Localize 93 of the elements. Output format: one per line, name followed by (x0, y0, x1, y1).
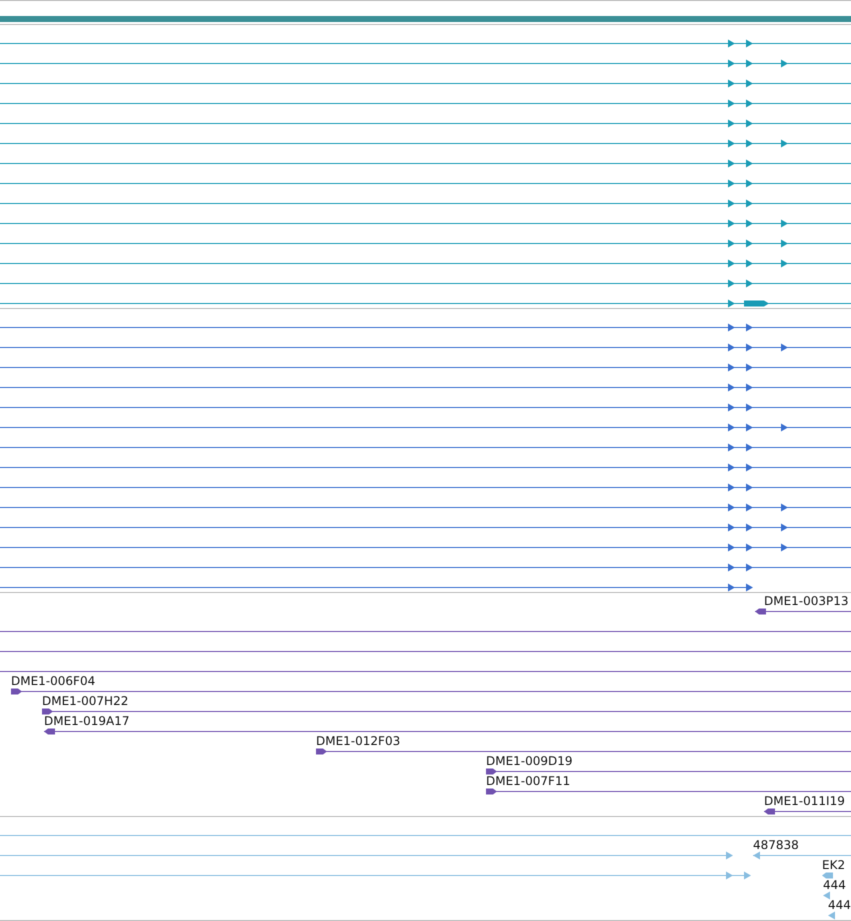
exon-marker (728, 564, 735, 572)
exon-marker (746, 80, 753, 88)
forward-arrow-icon (486, 788, 497, 794)
exon-marker (746, 100, 753, 108)
exon-marker (746, 40, 753, 48)
exon-marker (823, 892, 830, 900)
exon-marker (728, 544, 735, 552)
exon-marker (728, 100, 735, 108)
exon-marker (828, 912, 835, 920)
exon-marker (781, 140, 788, 148)
exon-marker (728, 404, 735, 412)
clone-label: DME1-012F03 (316, 734, 400, 748)
exon-block (744, 300, 769, 306)
forward-arrow-icon (11, 688, 22, 694)
exon-marker (728, 220, 735, 228)
exon-marker (746, 344, 753, 352)
exon-marker (746, 120, 753, 128)
exon-marker (746, 424, 753, 432)
est-label: EK2 (822, 858, 846, 872)
exon-marker (781, 220, 788, 228)
exon-marker (781, 424, 788, 432)
clone-label: DME1-011I19 (764, 794, 845, 808)
exon-marker (746, 280, 753, 288)
exon-marker (781, 544, 788, 552)
exon-marker (728, 240, 735, 248)
exon-marker (746, 324, 753, 332)
exon-marker (728, 444, 735, 452)
exon-marker (746, 444, 753, 452)
clone-label: DME1-007H22 (42, 694, 128, 708)
exon-marker (728, 80, 735, 88)
exon-block (822, 872, 833, 878)
est-label: 444 (823, 878, 846, 892)
exon-marker (728, 344, 735, 352)
exon-marker (746, 544, 753, 552)
exon-marker (728, 260, 735, 268)
exon-marker (744, 872, 751, 880)
exon-marker (728, 524, 735, 532)
exon-marker (746, 404, 753, 412)
reverse-arrow-icon (44, 728, 55, 734)
exon-marker (746, 484, 753, 492)
exon-marker (728, 384, 735, 392)
exon-marker (726, 872, 733, 880)
clone-label: DME1-003P13 (764, 594, 849, 608)
exon-marker (746, 584, 753, 592)
clone-label: DME1-007F11 (486, 774, 570, 788)
exon-marker (753, 852, 760, 860)
exon-marker (728, 40, 735, 48)
exon-marker (746, 140, 753, 148)
exon-marker (746, 200, 753, 208)
exon-marker (728, 464, 735, 472)
exon-marker (746, 260, 753, 268)
reverse-arrow-icon (764, 808, 775, 814)
exon-marker (746, 160, 753, 168)
exon-marker (781, 344, 788, 352)
exon-marker (728, 424, 735, 432)
exon-marker (746, 524, 753, 532)
clone-label: DME1-019A17 (44, 714, 130, 728)
exon-marker (746, 240, 753, 248)
exon-marker (728, 180, 735, 188)
forward-arrow-icon (42, 708, 53, 714)
exon-marker (728, 120, 735, 128)
exon-marker (781, 60, 788, 68)
exon-marker (781, 240, 788, 248)
exon-marker (728, 484, 735, 492)
exon-marker (728, 300, 735, 308)
exon-marker (746, 564, 753, 572)
exon-marker (746, 504, 753, 512)
exon-marker (728, 324, 735, 332)
exon-marker (728, 200, 735, 208)
exon-marker (781, 524, 788, 532)
exon-marker (728, 504, 735, 512)
exon-marker (746, 464, 753, 472)
forward-arrow-icon (486, 768, 497, 774)
exon-marker (746, 220, 753, 228)
exon-marker (728, 60, 735, 68)
exon-marker (728, 584, 735, 592)
clone-label: DME1-006F04 (11, 674, 96, 688)
est-label: 487838 (753, 838, 799, 852)
exon-marker (746, 180, 753, 188)
exon-marker (728, 364, 735, 372)
exon-marker (746, 384, 753, 392)
exon-marker (726, 852, 733, 860)
clone-label: DME1-009D19 (486, 754, 573, 768)
exon-marker (728, 280, 735, 288)
exon-marker (746, 364, 753, 372)
exon-marker (781, 260, 788, 268)
est-label: 444 (828, 898, 851, 912)
reverse-arrow-icon (755, 608, 766, 614)
exon-marker (781, 504, 788, 512)
exon-marker (728, 140, 735, 148)
exon-marker (746, 60, 753, 68)
exon-marker (728, 160, 735, 168)
forward-arrow-icon (316, 748, 327, 754)
